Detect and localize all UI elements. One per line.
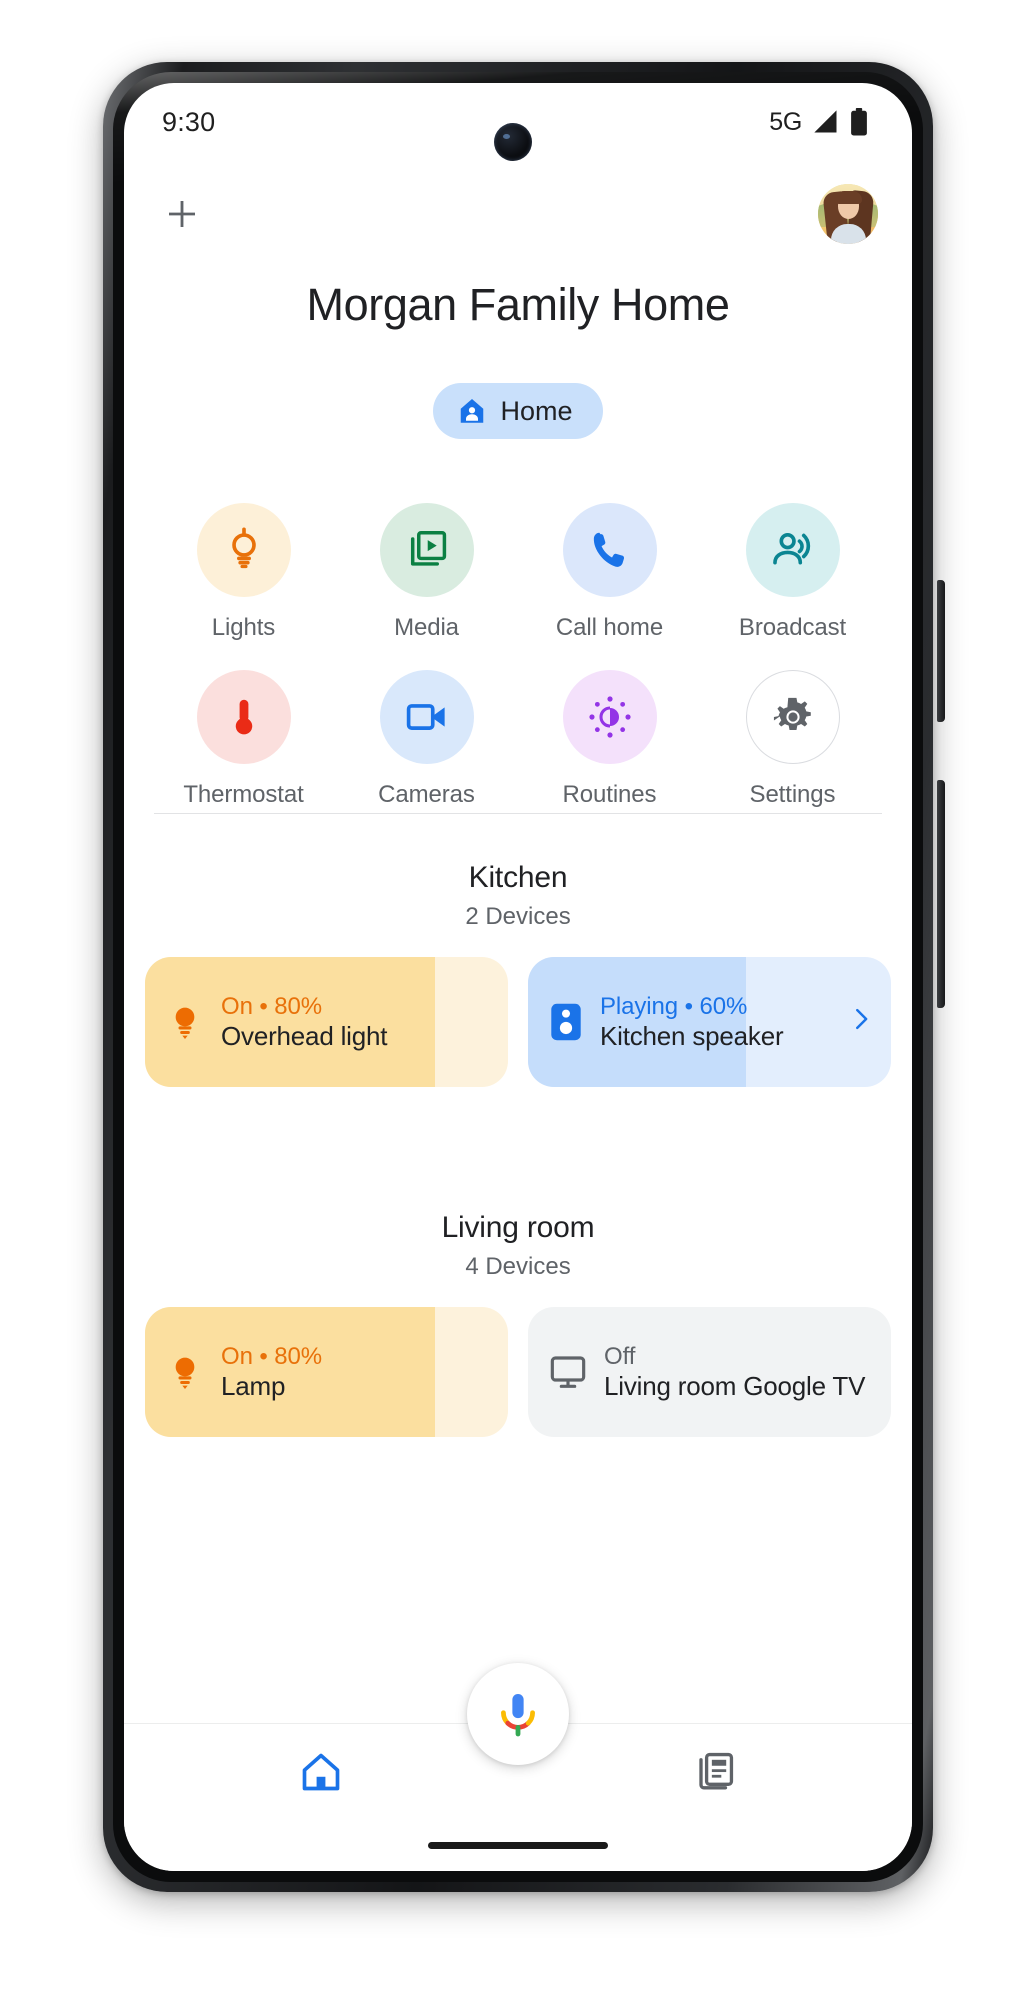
device-status: Off — [604, 1342, 636, 1370]
quick-action-routines[interactable]: Routines — [518, 670, 701, 809]
broadcast-icon — [772, 533, 810, 565]
screenshot-root: 9:30 5G Morgan Family Home Home Lights M… — [0, 0, 1033, 2000]
home-selector-label: Home — [500, 395, 573, 426]
status-icons: 5G — [769, 108, 868, 137]
quick-action-broadcast[interactable]: Broadcast — [701, 503, 884, 642]
avatar[interactable] — [818, 184, 878, 244]
quick-action-routines-circle — [562, 670, 657, 764]
add-device-button[interactable] — [154, 186, 210, 242]
nav-item-home[interactable] — [124, 1750, 518, 1794]
quick-action-label: Lights — [211, 614, 276, 641]
quick-action-thermostat-circle — [196, 670, 291, 764]
quick-action-label: Thermostat — [183, 781, 304, 808]
lightbulb-icon — [231, 527, 256, 569]
device-name: Living room Google TV — [604, 1370, 866, 1401]
device-card-overhead-light[interactable]: On • 80% Overhead light — [145, 957, 508, 1087]
battery-full-icon — [851, 108, 867, 136]
device-icon-wrap — [165, 1002, 205, 1042]
quick-action-broadcast-circle — [745, 503, 840, 597]
quick-action-label: Broadcast — [738, 614, 847, 641]
device-text: Playing • 60% Kitchen speaker — [600, 992, 784, 1053]
phone-icon — [593, 532, 624, 567]
lightbulb-filled-icon — [175, 1357, 195, 1389]
home-selector-chip[interactable]: Home — [433, 383, 603, 439]
google-assistant-mic-icon — [501, 1694, 535, 1737]
quick-action-thermostat[interactable]: Thermostat — [152, 670, 335, 809]
section-divider — [154, 813, 882, 814]
routines-sun-icon — [588, 696, 631, 738]
device-status: On • 80% — [221, 1342, 322, 1370]
quick-action-lights-circle — [196, 503, 291, 597]
home-person-icon — [461, 399, 484, 423]
quick-action-media-circle — [379, 503, 474, 597]
device-card-kitchen-speaker[interactable]: Playing • 60% Kitchen speaker — [528, 957, 891, 1087]
quick-actions-grid: Lights Media Call home Broadcast Thermos… — [124, 503, 912, 809]
device-icon-wrap — [548, 1001, 584, 1043]
network-type-label: 5G — [769, 107, 802, 136]
room-device-cards: On • 80% Lamp Off Living room Google TV — [124, 1307, 912, 1437]
volume-button[interactable] — [937, 580, 945, 722]
device-status: On • 80% — [221, 992, 322, 1020]
tv-monitor-icon — [550, 1356, 586, 1388]
room-device-count: 4 Devices — [465, 1253, 571, 1280]
quick-action-settings[interactable]: Settings — [701, 670, 884, 809]
device-open-button[interactable] — [841, 1005, 875, 1038]
chevron-right-icon — [856, 1009, 868, 1030]
device-icon-wrap — [165, 1352, 205, 1392]
device-name: Overhead light — [221, 1020, 388, 1051]
quick-action-label: Media — [394, 614, 459, 641]
home-icon — [302, 1753, 340, 1791]
plus-icon — [169, 201, 195, 227]
app-bar — [124, 161, 912, 267]
power-button[interactable] — [937, 780, 945, 1008]
device-card-lamp[interactable]: On • 80% Lamp — [145, 1307, 508, 1437]
room-name: Kitchen — [468, 861, 568, 894]
quick-action-label: Settings — [749, 781, 836, 808]
nav-item-feed[interactable] — [518, 1750, 912, 1792]
phone-screen: 9:30 5G Morgan Family Home Home Lights M… — [124, 83, 912, 1871]
front-camera-punchhole — [494, 123, 532, 161]
quick-action-label: Call home — [555, 614, 664, 641]
quick-action-settings-circle — [745, 670, 840, 764]
device-text: On • 80% Overhead light — [221, 992, 388, 1053]
quick-action-media[interactable]: Media — [335, 503, 518, 642]
room-section-kitchen: Kitchen 2 Devices On • 80% Overhead ligh… — [124, 861, 912, 1087]
room-device-cards: On • 80% Overhead light Playing • 60% Ki… — [124, 957, 912, 1087]
assistant-mic-button[interactable] — [467, 1663, 569, 1765]
device-name: Kitchen speaker — [600, 1020, 784, 1051]
quick-action-label: Cameras — [378, 781, 475, 808]
home-indicator — [428, 1842, 608, 1849]
home-selector-row: Home — [124, 383, 912, 439]
lightbulb-filled-icon — [175, 1007, 195, 1039]
signal-bars-icon — [814, 110, 837, 133]
device-name: Lamp — [221, 1370, 286, 1401]
quick-action-lights[interactable]: Lights — [152, 503, 335, 642]
room-device-count: 2 Devices — [465, 903, 571, 930]
thermometer-icon — [235, 699, 252, 735]
feed-icon — [699, 1752, 734, 1790]
gear-icon — [773, 697, 811, 731]
quick-action-call-home-circle — [562, 503, 657, 597]
device-status: Playing • 60% — [600, 992, 748, 1020]
device-icon-wrap — [548, 1352, 588, 1392]
room-section-living-room: Living room 4 Devices On • 80% Lamp Off … — [124, 1211, 912, 1437]
media-play-icon — [410, 531, 446, 566]
quick-action-cameras[interactable]: Cameras — [335, 670, 518, 809]
page-title: Morgan Family Home — [306, 279, 730, 330]
quick-action-call-home[interactable]: Call home — [518, 503, 701, 642]
device-text: Off Living room Google TV — [604, 1342, 865, 1403]
quick-action-cameras-circle — [379, 670, 474, 764]
room-name: Living room — [441, 1211, 595, 1244]
video-camera-icon — [406, 704, 445, 730]
speaker-icon — [551, 1003, 581, 1041]
status-time: 9:30 — [162, 106, 216, 137]
device-text: On • 80% Lamp — [221, 1342, 322, 1403]
quick-action-label: Routines — [562, 781, 657, 808]
device-card-google-tv[interactable]: Off Living room Google TV — [528, 1307, 891, 1437]
